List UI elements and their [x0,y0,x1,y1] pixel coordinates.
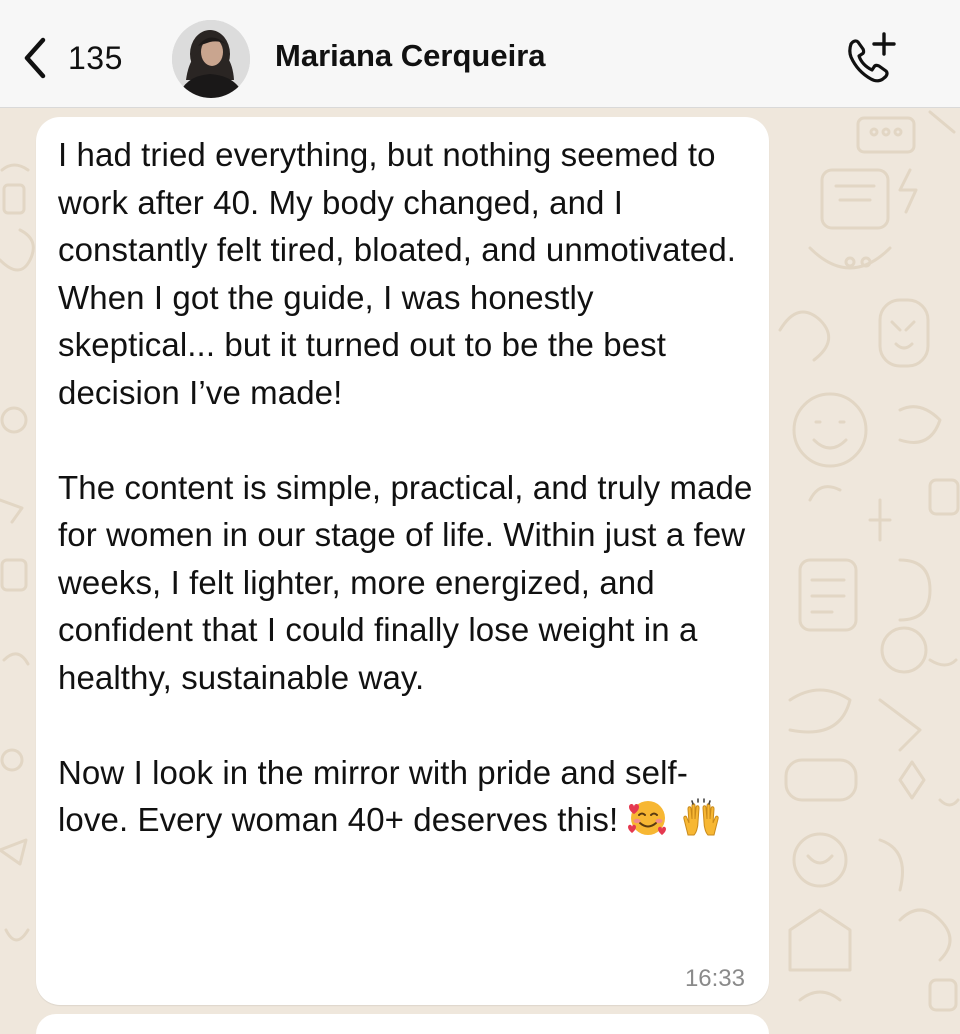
unread-count: 135 [68,39,123,76]
message-paragraph: The content is simple, practical, and tr… [58,468,753,696]
message-timestamp: 16:33 [684,965,745,992]
profile-photo [172,20,250,98]
avatar[interactable] [172,20,250,98]
back-button[interactable]: 135 [22,30,123,86]
contact-name[interactable]: Mariana Cerqueira [275,38,546,74]
chat-header: 135 Mariana Cerqueira [0,0,960,108]
next-message-bubble [36,1014,769,1034]
phone-add-icon [840,32,898,92]
message-bubble[interactable]: I had tried everything, but nothing seem… [36,117,769,1005]
raising-hands-icon [678,797,724,837]
message-paragraph-text: Now I look in the mirror with pride and … [58,753,688,839]
add-call-button[interactable] [840,30,898,88]
message-paragraph: I had tried everything, but nothing seem… [58,136,737,411]
message-text: I had tried everything, but nothing seem… [58,131,758,844]
message-paragraph-last: Now I look in the mirror with pride and … [58,749,758,844]
chevron-left-icon [22,35,48,81]
smiling-face-with-hearts-icon [626,797,670,837]
